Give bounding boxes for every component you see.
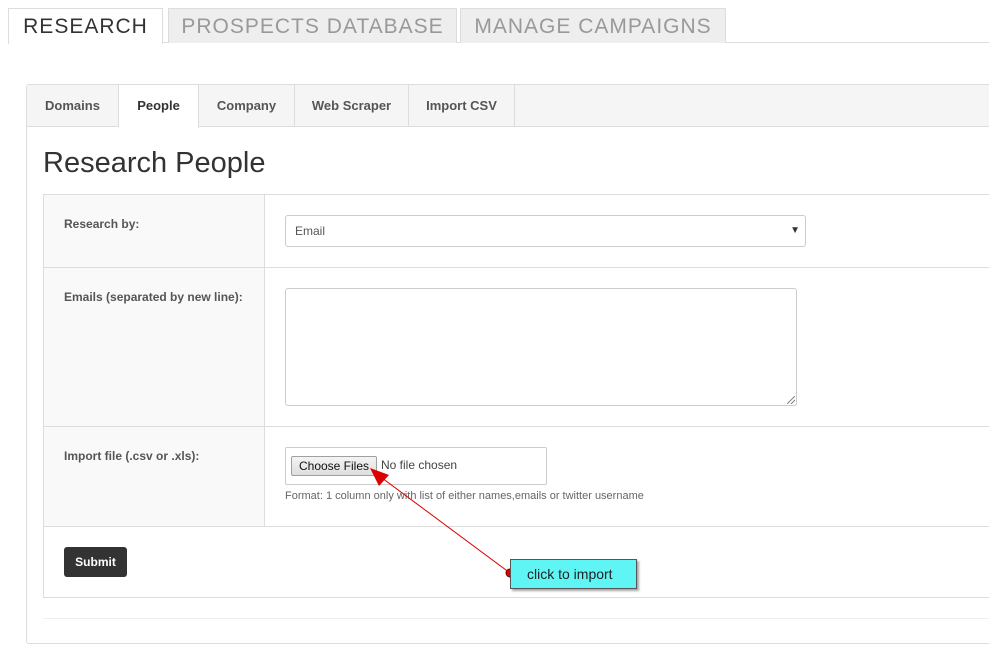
research-form: Research by: Email ▼ Emails (separated b… (43, 194, 989, 598)
page-title: Research People (43, 147, 266, 179)
emails-textarea[interactable] (285, 288, 797, 406)
import-format-help: Format: 1 column only with list of eithe… (285, 490, 644, 502)
research-by-row: Research by: Email ▼ (44, 195, 989, 268)
emails-row: Emails (separated by new line): (44, 268, 989, 427)
tab-manage-campaigns[interactable]: MANAGE CAMPAIGNS (460, 8, 726, 43)
resize-handle-icon[interactable] (787, 396, 795, 404)
research-by-label: Research by: (44, 195, 265, 267)
research-panel: Domains People Company Web Scraper Impor… (26, 84, 989, 644)
tab-company[interactable]: Company (199, 85, 295, 127)
main-nav-tabs: RESEARCH PROSPECTS DATABASE MANAGE CAMPA… (8, 8, 989, 44)
import-file-label: Import file (.csv or .xls): (44, 427, 265, 526)
choose-files-button[interactable]: Choose Files (291, 456, 377, 476)
emails-label: Emails (separated by new line): (44, 268, 265, 426)
research-by-selected-value: Email (295, 224, 326, 238)
tab-import-csv[interactable]: Import CSV (409, 85, 515, 127)
file-input: Choose Files No file chosen (285, 447, 547, 485)
tab-research[interactable]: RESEARCH (8, 8, 163, 44)
tab-web-scraper[interactable]: Web Scraper (295, 85, 409, 127)
panel-footer-divider (43, 618, 989, 619)
tab-people[interactable]: People (119, 85, 199, 128)
research-sub-tabs: Domains People Company Web Scraper Impor… (27, 85, 989, 128)
research-by-select[interactable]: Email ▼ (285, 215, 806, 247)
tab-domains[interactable]: Domains (27, 85, 119, 127)
annotation-callout: click to import (510, 559, 637, 589)
submit-button[interactable]: Submit (64, 547, 127, 577)
tab-prospects-database[interactable]: PROSPECTS DATABASE (168, 8, 457, 43)
caret-down-icon: ▼ (790, 225, 800, 236)
file-status-text: No file chosen (381, 458, 458, 472)
import-file-row: Import file (.csv or .xls): Choose Files… (44, 427, 989, 527)
